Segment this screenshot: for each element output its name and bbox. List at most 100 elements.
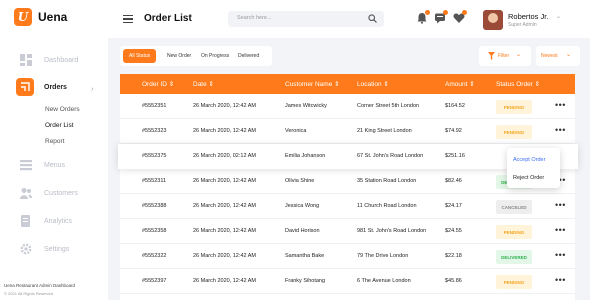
table-row[interactable]: #5552322 26 March 2020, 12:42 AM Samanth…	[120, 244, 575, 269]
column-header[interactable]: Location ⇕	[357, 80, 389, 88]
sidebar-item-dashboard[interactable]: Dashboard	[20, 54, 78, 66]
table-row[interactable]: #5552323 26 March 2020, 12:42 AM Veronic…	[120, 119, 575, 144]
tab-on-progress[interactable]: On Progress	[201, 49, 229, 63]
sidebar-item-label: Orders	[44, 83, 67, 91]
order-location: 35 Station Road London	[357, 178, 417, 184]
tab-new-order[interactable]: New Order	[167, 49, 191, 63]
user-role: Super Admin	[508, 22, 537, 28]
order-amount: $45.86	[445, 278, 462, 284]
more-options-icon[interactable]: •••	[555, 275, 566, 285]
table-row[interactable]: #5552397 26 March 2020, 12:42 AM Franky …	[120, 269, 575, 294]
sidebar-item-label: Dashboard	[44, 56, 79, 64]
filter-button[interactable]: Filter ⌄	[479, 46, 531, 66]
notification-dot	[425, 10, 430, 15]
filter-icon	[488, 52, 495, 62]
sidebar-item-label: Menus	[44, 161, 66, 169]
column-header[interactable]: Customer Name ⇕	[285, 80, 340, 88]
order-location: 6 The Avenue London	[357, 278, 411, 284]
column-header[interactable]: Amount ⇕	[445, 80, 475, 88]
avatar[interactable]	[483, 10, 503, 30]
search-icon[interactable]	[368, 14, 377, 25]
status-badge: PENDING	[496, 225, 532, 239]
order-date: 26 March 2020, 12:42 AM	[193, 278, 256, 284]
hamburger-menu-icon[interactable]	[123, 15, 133, 25]
order-id: #5552351	[142, 103, 167, 109]
filter-label: Filter	[498, 53, 510, 59]
sidebar-item-analytics[interactable]: Analytics	[20, 215, 72, 227]
table-row[interactable]: #5552351 26 March 2020, 12:42 AM James W…	[120, 94, 575, 119]
order-amount: $251.16	[445, 153, 465, 159]
order-location: 11 Church Road London	[357, 203, 417, 209]
footer-copyright: © 2021 All Rights Reserved	[4, 291, 53, 296]
accept-order-option[interactable]: Accept Order	[513, 157, 545, 163]
chevron-down-icon[interactable]: ⌄	[556, 13, 561, 20]
app-logo[interactable]: U Uena	[14, 8, 67, 26]
search-input[interactable]: Search here...	[228, 11, 384, 27]
sort-dropdown[interactable]: Newest ⌄	[536, 46, 580, 66]
sidebar-subitem-new-orders[interactable]: New Orders	[45, 106, 80, 113]
bell-icon[interactable]	[416, 10, 430, 24]
sidebar-item-orders[interactable]: Orders	[16, 78, 67, 96]
menu-icon	[20, 159, 32, 171]
sidebar-subitem-report[interactable]: Report	[45, 138, 65, 145]
chat-icon[interactable]	[434, 10, 448, 24]
page-title: Order List	[144, 13, 192, 24]
order-id: #5552311	[142, 178, 167, 184]
table-row[interactable]: #5552358 26 March 2020, 12:42 AM David H…	[120, 219, 575, 244]
order-id: #5552397	[142, 278, 167, 284]
tab-delivered[interactable]: Delivered	[238, 49, 259, 63]
reject-order-option[interactable]: Reject Order	[513, 175, 544, 181]
status-badge: CANCELED	[496, 200, 532, 214]
table-row[interactable]: #5552388 26 March 2020, 12:42 AM Jessica…	[120, 194, 575, 219]
order-amount: $164.52	[445, 103, 465, 109]
customer-name: Olivia Shine	[285, 178, 315, 184]
order-location: 79 The Drive London	[357, 253, 409, 259]
customer-name: Jessica Wong	[285, 203, 320, 209]
status-filter-tabs: All Status New Order On Progress Deliver…	[120, 46, 272, 66]
more-options-icon[interactable]: •••	[555, 125, 566, 135]
more-options-icon[interactable]: •••	[555, 100, 566, 110]
customer-name: Franky Sihotang	[285, 278, 326, 284]
orders-table: #5552351 26 March 2020, 12:42 AM James W…	[118, 94, 578, 300]
gear-icon	[20, 243, 32, 255]
order-amount: $24.17	[445, 203, 462, 209]
sidebar-item-settings[interactable]: Settings	[20, 243, 69, 255]
column-header[interactable]: Status Order ⇕	[496, 80, 540, 88]
more-options-icon[interactable]: •••	[555, 250, 566, 260]
notification-dot	[462, 10, 467, 15]
favorites-icon[interactable]	[453, 10, 467, 24]
customer-name: David Horison	[285, 228, 320, 234]
order-id: #5552388	[142, 203, 167, 209]
chevron-down-icon: ⌄	[566, 52, 572, 58]
sidebar-item-menus[interactable]: Menus	[20, 159, 65, 171]
more-options-icon[interactable]: •••	[555, 200, 566, 210]
customer-name: Emilia Johanson	[285, 153, 326, 159]
order-location: Corner Street 5th London	[357, 103, 420, 109]
user-name[interactable]: Robertos Jr.	[508, 12, 548, 21]
order-id: #5552375	[142, 153, 167, 159]
sidebar-item-label: Settings	[44, 245, 70, 253]
order-amount: $74.92	[445, 128, 462, 134]
footer-title: Uena Restaurant Admin Dashboard	[4, 283, 76, 288]
customer-name: James Witcwicky	[285, 103, 327, 109]
sidebar-subitem-order-list[interactable]: Order List	[45, 122, 74, 129]
chevron-right-icon: ›	[91, 86, 94, 93]
more-options-icon[interactable]: •••	[555, 225, 566, 235]
sidebar: U Uena Dashboard Orders › New Orders Ord…	[0, 0, 108, 300]
status-badge: PENDING	[496, 100, 532, 114]
notification-dot	[443, 10, 448, 15]
search-placeholder: Search here...	[237, 15, 272, 21]
tab-all-status[interactable]: All Status	[123, 49, 157, 63]
order-amount: $82.46	[445, 178, 462, 184]
order-location: 21 King Street London	[357, 128, 412, 134]
column-header[interactable]: Date ⇕	[193, 80, 214, 88]
order-date: 26 March 2020, 12:42 AM	[193, 128, 256, 134]
row-action-menu: Accept Order Reject Order	[507, 148, 560, 188]
sidebar-item-customers[interactable]: Customers	[20, 187, 78, 199]
order-date: 26 March 2020, 12:42 AM	[193, 203, 256, 209]
order-date: 26 March 2020, 12:42 AM	[193, 228, 256, 234]
order-amount: $24.55	[445, 228, 462, 234]
order-location: 67 St. John's Road London	[357, 153, 424, 159]
column-header[interactable]: Order ID ⇕	[142, 80, 174, 88]
order-date: 26 March 2020, 12:42 AM	[193, 178, 256, 184]
